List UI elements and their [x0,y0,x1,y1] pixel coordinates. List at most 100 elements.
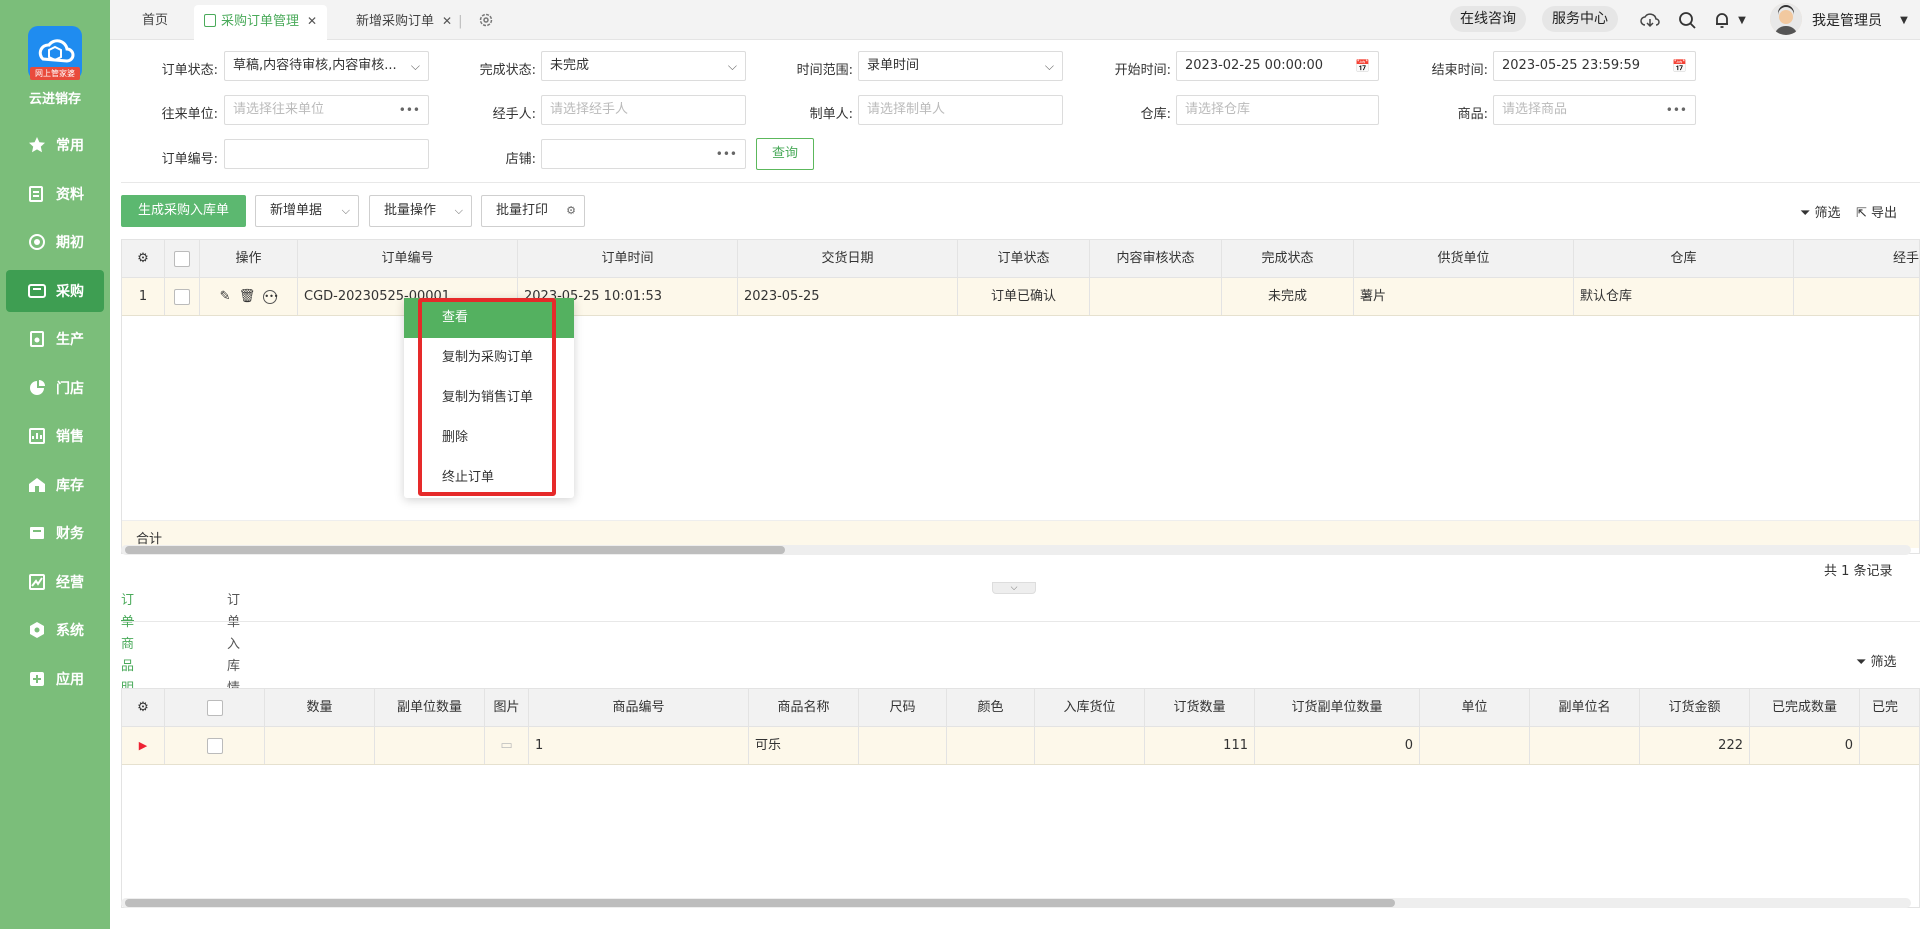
tab-order-items[interactable]: 订单商品明细 [121,590,135,718]
column-header[interactable]: 订单编号 [298,240,518,277]
query-button[interactable]: 查询 [756,138,814,170]
column-header[interactable]: 数量 [265,689,375,726]
table-row[interactable]: 1 ✎ 🗑 ••• CGD-20230525-00001 2023-05-25 … [122,278,1919,316]
column-header[interactable]: 订货金额 [1640,689,1750,726]
splitter-handle[interactable]: ⌵ [992,582,1036,594]
select-all-checkbox[interactable] [165,689,265,726]
gear-icon[interactable]: ⚙ [137,251,149,266]
avatar[interactable] [1770,3,1802,35]
partner-input[interactable]: 请选择往来单位 ••• [224,95,429,125]
column-header[interactable]: 经手 [1794,240,1920,277]
calendar-icon[interactable]: 📅 [1672,52,1687,80]
image-icon[interactable]: ▭ [485,727,529,764]
sidebar-item-apps[interactable]: 应用 [6,658,104,700]
horizontal-scrollbar[interactable] [121,545,1911,555]
export-button[interactable]: ⇱ 导出 [1856,202,1897,221]
search-icon[interactable] [1677,10,1697,30]
edit-icon[interactable]: ✎ [220,289,231,304]
horizontal-scrollbar[interactable] [121,898,1911,908]
more-icon[interactable]: ••• [399,96,420,124]
column-header[interactable]: 订单状态 [958,240,1090,277]
order-no-input[interactable] [224,139,429,169]
column-header[interactable]: 订货副单位数量 [1255,689,1420,726]
generate-inbound-button[interactable]: 生成采购入库单 [121,195,246,227]
gear-icon[interactable]: ⚙ [137,700,149,715]
menu-item-view[interactable]: 查看 [404,298,574,338]
online-consult-button[interactable]: 在线咨询 [1450,6,1526,32]
column-header[interactable]: 副单位名 [1530,689,1640,726]
end-time-input[interactable]: 2023-05-25 23:59:59 📅 [1493,51,1696,81]
column-header[interactable]: 商品编号 [529,689,749,726]
more-icon[interactable]: ••• [716,140,737,168]
handler-input[interactable]: 请选择经手人 [541,95,746,125]
column-header[interactable]: 颜色 [947,689,1035,726]
creator-input[interactable]: 请选择制单人 [858,95,1063,125]
trash-icon[interactable]: 🗑 [239,289,256,304]
column-header[interactable]: 商品名称 [749,689,859,726]
sidebar-item-sales[interactable]: 销售 [6,415,104,457]
scrollbar-thumb[interactable] [125,546,785,554]
tab-new-purchase-order[interactable]: 新增采购订单 ✕ | [346,5,472,40]
column-settings[interactable]: ⚙ [122,240,165,277]
row-checkbox[interactable] [165,727,265,764]
close-icon[interactable]: ✕ [307,14,317,28]
column-header[interactable]: 供货单位 [1354,240,1574,277]
column-header[interactable]: 副单位数量 [375,689,485,726]
calendar-icon[interactable]: 📅 [1355,52,1370,80]
tab-order-inbound[interactable]: 订单入库情况 [227,590,240,718]
sidebar-item-common[interactable]: 常用 [6,124,104,166]
detail-filter-button[interactable]: ⏷ 筛选 [1856,651,1897,670]
menu-item-delete[interactable]: 删除 [404,418,574,458]
column-header[interactable]: 已完成数量 [1750,689,1860,726]
column-settings[interactable]: ⚙ [122,689,165,726]
cloud-download-icon[interactable] [1640,10,1660,30]
row-checkbox[interactable] [165,278,200,315]
column-header[interactable]: 仓库 [1574,240,1794,277]
select-all-checkbox[interactable] [165,240,200,277]
bell-icon[interactable] [1712,10,1732,30]
close-icon[interactable]: ✕ [442,14,452,28]
warehouse-input[interactable]: 请选择仓库 [1176,95,1379,125]
column-header[interactable]: 订单时间 [518,240,738,277]
menu-item-terminate[interactable]: 终止订单 [404,458,574,498]
sidebar-item-finance[interactable]: 财务 [6,512,104,554]
order-status-select[interactable]: 草稿,内容待审核,内容审核... ⌵ [224,51,429,81]
column-header[interactable]: 交货日期 [738,240,958,277]
user-name[interactable]: 我是管理员 [1812,10,1882,30]
chevron-down-icon[interactable]: ▼ [1732,10,1752,30]
sidebar-item-system[interactable]: 系统 [6,609,104,651]
menu-item-copy-purchase[interactable]: 复制为采购订单 [404,338,574,378]
tab-purchase-order-management[interactable]: 采购订单管理 ✕ [194,5,328,40]
chevron-down-icon[interactable]: ▼ [1894,10,1914,30]
service-center-button[interactable]: 服务中心 [1542,6,1618,32]
product-input[interactable]: 请选择商品 ••• [1493,95,1696,125]
column-header[interactable]: 尺码 [859,689,947,726]
gear-icon[interactable] [476,10,496,30]
column-header[interactable]: 完成状态 [1222,240,1354,277]
column-header[interactable]: 单位 [1420,689,1530,726]
time-range-select[interactable]: 录单时间 ⌵ [858,51,1063,81]
column-header[interactable]: 入库货位 [1035,689,1145,726]
batch-print-button[interactable]: 批量打印 ⚙ [481,195,585,227]
sidebar-item-initial[interactable]: 期初 [6,221,104,263]
batch-ops-dropdown[interactable]: 批量操作 ⌵ [369,195,472,227]
column-header[interactable]: 已完 [1860,689,1920,726]
tab-home[interactable]: 首页 [132,5,178,40]
sidebar-item-purchase[interactable]: 采购 [6,269,104,312]
scrollbar-thumb[interactable] [125,899,1395,907]
sidebar-item-data[interactable]: 资料 [6,173,104,215]
sidebar-item-store[interactable]: 门店 [6,367,104,409]
sidebar-item-production[interactable]: 生产 [6,318,104,360]
sidebar-item-business[interactable]: 经营 [6,561,104,603]
table-row[interactable]: ▶ ▭ 1 可乐 111 0 222 0 [122,727,1919,765]
complete-status-select[interactable]: 未完成 ⌵ [541,51,746,81]
column-header[interactable]: 内容审核状态 [1090,240,1222,277]
sidebar-item-inventory[interactable]: 库存 [6,464,104,506]
start-time-input[interactable]: 2023-02-25 00:00:00 📅 [1176,51,1379,81]
menu-item-copy-sales[interactable]: 复制为销售订单 [404,378,574,418]
shop-input[interactable]: ••• [541,139,746,169]
gear-icon[interactable]: ⚙ [566,196,576,226]
column-header[interactable]: 订货数量 [1145,689,1255,726]
more-icon[interactable]: ••• [263,289,279,304]
filter-button[interactable]: ⏷ 筛选 [1800,202,1841,221]
